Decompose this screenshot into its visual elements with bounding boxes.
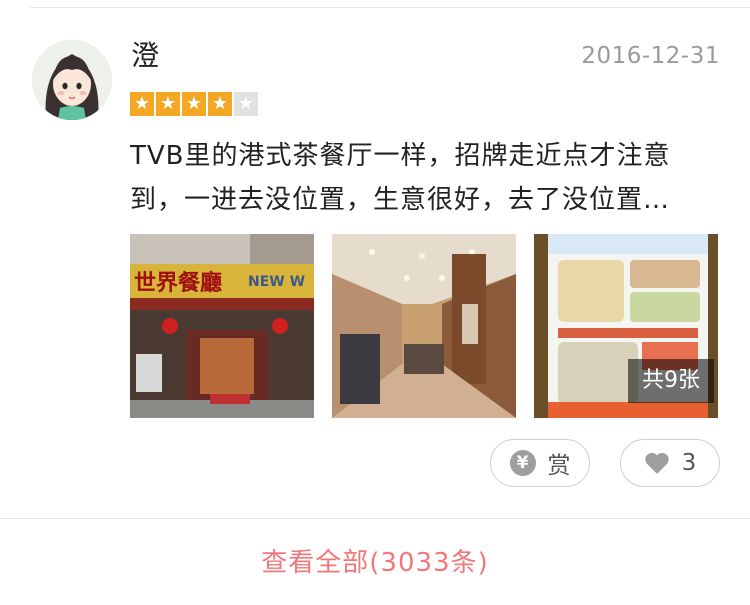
tip-label: 赏 [547, 453, 571, 479]
tip-button[interactable]: ¥ 赏 [490, 439, 590, 487]
star-filled-icon: ★ [156, 92, 180, 116]
sign-text-en: NEW W [248, 274, 305, 290]
star-filled-icon: ★ [208, 92, 232, 116]
review-photo-storefront[interactable]: 世界餐廳 NEW W [130, 234, 314, 418]
user-avatar[interactable] [32, 40, 112, 120]
review-text-line: TVB里的港式茶餐厅一样，招牌走近点才注意 [130, 141, 671, 171]
avatar-illustration [32, 40, 112, 120]
like-count: 3 [681, 450, 697, 476]
like-button[interactable]: 3 [620, 439, 720, 487]
star-rating: ★ ★ ★ ★ ★ [130, 92, 258, 116]
review-date: 2016-12-31 [581, 43, 720, 69]
star-filled-icon: ★ [182, 92, 206, 116]
review-text[interactable]: TVB里的港式茶餐厅一样，招牌走近点才注意 到，一进去没位置，生意很好，去了没位… [130, 134, 720, 222]
review-photo-menu[interactable]: 共9张 [534, 234, 718, 418]
star-filled-icon: ★ [130, 92, 154, 116]
photo-count-badge[interactable]: 共9张 [628, 359, 714, 403]
heart-icon [644, 452, 669, 474]
username[interactable]: 澄 [131, 38, 159, 74]
view-all-reviews-link[interactable]: 查看全部(3033条) [0, 538, 750, 588]
sign-text: 世界餐廳 [134, 270, 222, 296]
top-divider [30, 7, 750, 8]
bottom-divider [0, 518, 750, 519]
yen-icon: ¥ [509, 450, 536, 476]
review-photo-interior[interactable] [332, 234, 516, 418]
star-empty-icon: ★ [234, 92, 258, 116]
review-text-line: 到，一进去没位置，生意很好，去了没位置… [130, 185, 671, 215]
